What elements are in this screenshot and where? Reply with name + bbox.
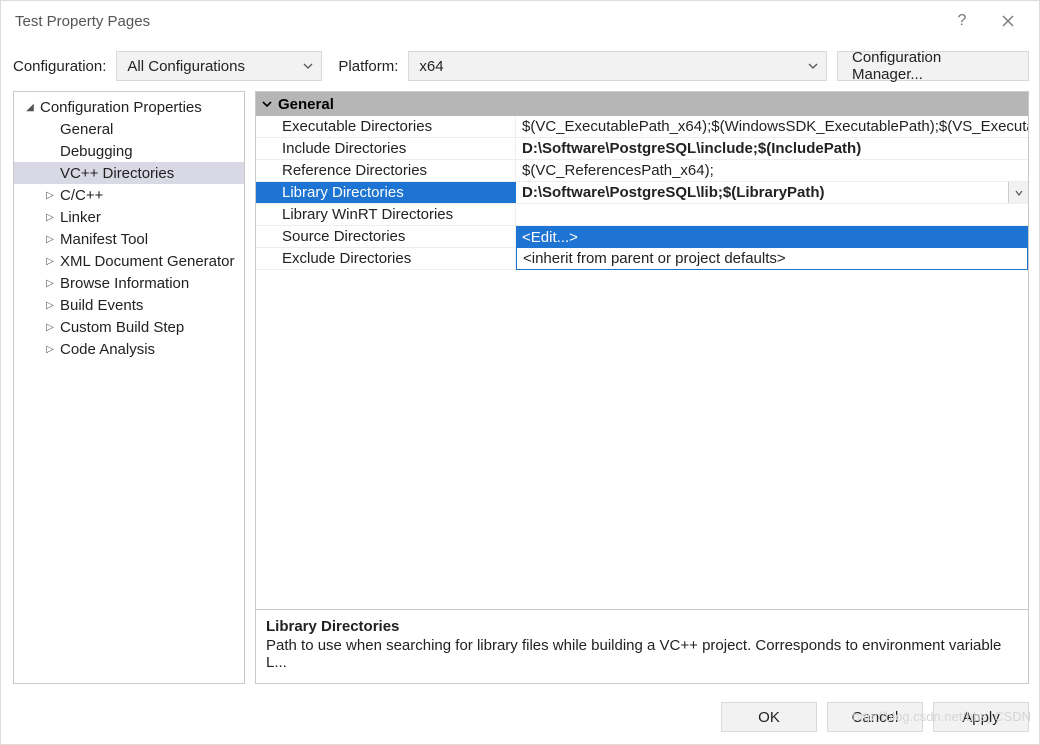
tree-item-code-analysis[interactable]: ▷ Code Analysis xyxy=(14,338,244,360)
expander-closed-icon: ▷ xyxy=(44,322,56,333)
property-name: Executable Directories xyxy=(256,116,516,137)
chevron-down-icon xyxy=(808,58,818,75)
property-name: Source Directories xyxy=(256,226,516,247)
grid-row[interactable]: Library DirectoriesD:\Software\PostgreSQ… xyxy=(256,182,1028,204)
tree-item-general[interactable]: General xyxy=(14,118,244,140)
configuration-value: All Configurations xyxy=(127,58,245,75)
grid-body: Executable Directories$(VC_ExecutablePat… xyxy=(256,116,1028,270)
tree-item-label: Code Analysis xyxy=(60,341,155,358)
grid-section-header[interactable]: General xyxy=(256,92,1028,116)
tree-item-label: Browse Information xyxy=(60,275,189,292)
config-row: Configuration: All Configurations Platfo… xyxy=(1,41,1039,91)
close-icon xyxy=(1002,15,1014,27)
grid-row[interactable]: Library WinRT Directories xyxy=(256,204,1028,226)
tree-item-build-events[interactable]: ▷ Build Events xyxy=(14,294,244,316)
apply-label: Apply xyxy=(962,709,1000,726)
expander-closed-icon: ▷ xyxy=(44,278,56,289)
property-name: Reference Directories xyxy=(256,160,516,181)
help-button[interactable]: ? xyxy=(939,5,985,37)
tree-item-label: Linker xyxy=(60,209,101,226)
ok-button[interactable]: OK xyxy=(721,702,817,732)
dropdown-option[interactable]: <Edit...> xyxy=(516,226,1028,248)
expander-closed-icon: ▷ xyxy=(44,344,56,355)
footer: OK Cancel Apply xyxy=(1,692,1039,744)
expander-open-icon: ◢ xyxy=(24,102,36,113)
tree-item-label: XML Document Generator xyxy=(60,253,235,270)
property-value[interactable]: D:\Software\PostgreSQL\lib;$(LibraryPath… xyxy=(516,182,1028,203)
tree-item-manifest-tool[interactable]: ▷ Manifest Tool xyxy=(14,228,244,250)
property-value[interactable]: $(VC_ReferencesPath_x64); xyxy=(516,160,1028,181)
expander-closed-icon: ▷ xyxy=(44,234,56,245)
titlebar: Test Property Pages ? xyxy=(1,1,1039,41)
cancel-button[interactable]: Cancel xyxy=(827,702,923,732)
dropdown-option[interactable]: <inherit from parent or project defaults… xyxy=(516,248,1028,270)
dropdown-popup: <Edit...><inherit from parent or project… xyxy=(516,226,1028,270)
tree-item-xml-document-generator[interactable]: ▷ XML Document Generator xyxy=(14,250,244,272)
property-grid-panel: General Executable Directories$(VC_Execu… xyxy=(255,91,1029,684)
expander-closed-icon: ▷ xyxy=(44,190,56,201)
description-title: Library Directories xyxy=(266,618,1018,635)
expander-closed-icon: ▷ xyxy=(44,300,56,311)
tree-root[interactable]: ◢ Configuration Properties xyxy=(14,96,244,118)
platform-combo[interactable]: x64 xyxy=(408,51,827,81)
configuration-combo[interactable]: All Configurations xyxy=(116,51,322,81)
chevron-down-icon xyxy=(256,99,278,109)
configuration-manager-button[interactable]: Configuration Manager... xyxy=(837,51,1029,81)
tree-item-label: C/C++ xyxy=(60,187,103,204)
apply-button[interactable]: Apply xyxy=(933,702,1029,732)
tree-item-c-c-[interactable]: ▷ C/C++ xyxy=(14,184,244,206)
expander-closed-icon: ▷ xyxy=(44,212,56,223)
tree-item-label: Custom Build Step xyxy=(60,319,184,336)
grid-row[interactable]: Reference Directories$(VC_ReferencesPath… xyxy=(256,160,1028,182)
property-value[interactable]: $(VC_ExecutablePath_x64);$(WindowsSDK_Ex… xyxy=(516,116,1028,137)
property-name: Library Directories xyxy=(256,182,516,203)
platform-label: Platform: xyxy=(338,58,398,75)
grid-fill xyxy=(256,270,1028,609)
chevron-down-icon xyxy=(1015,189,1023,197)
tree[interactable]: ◢ Configuration Properties General Debugg… xyxy=(13,91,245,684)
configuration-manager-label: Configuration Manager... xyxy=(852,49,1014,83)
dropdown-button[interactable] xyxy=(1008,182,1028,203)
main-area: ◢ Configuration Properties General Debugg… xyxy=(1,91,1039,692)
property-value[interactable] xyxy=(516,204,1028,225)
expander-closed-icon: ▷ xyxy=(44,256,56,267)
tree-root-label: Configuration Properties xyxy=(40,99,202,116)
property-name: Library WinRT Directories xyxy=(256,204,516,225)
tree-item-linker[interactable]: ▷ Linker xyxy=(14,206,244,228)
tree-item-vc-directories[interactable]: VC++ Directories xyxy=(14,162,244,184)
tree-item-label: Build Events xyxy=(60,297,143,314)
description-text: Path to use when searching for library f… xyxy=(266,637,1018,671)
tree-item-label: Manifest Tool xyxy=(60,231,148,248)
close-button[interactable] xyxy=(985,5,1031,37)
ok-label: OK xyxy=(758,709,780,726)
property-name: Include Directories xyxy=(256,138,516,159)
cancel-label: Cancel xyxy=(852,709,899,726)
tree-item-label: VC++ Directories xyxy=(60,165,174,182)
grid-section-title: General xyxy=(278,96,334,113)
tree-item-custom-build-step[interactable]: ▷ Custom Build Step xyxy=(14,316,244,338)
dialog-window: Test Property Pages ? Configuration: All… xyxy=(0,0,1040,745)
window-title: Test Property Pages xyxy=(15,13,150,30)
platform-value: x64 xyxy=(419,58,443,75)
chevron-down-icon xyxy=(303,58,313,75)
tree-item-label: Debugging xyxy=(60,143,133,160)
grid-row[interactable]: Include DirectoriesD:\Software\PostgreSQ… xyxy=(256,138,1028,160)
tree-item-debugging[interactable]: Debugging xyxy=(14,140,244,162)
property-value[interactable]: D:\Software\PostgreSQL\include;$(Include… xyxy=(516,138,1028,159)
description-pane: Library Directories Path to use when sea… xyxy=(256,609,1028,683)
tree-item-browse-information[interactable]: ▷ Browse Information xyxy=(14,272,244,294)
grid-row[interactable]: Executable Directories$(VC_ExecutablePat… xyxy=(256,116,1028,138)
configuration-label: Configuration: xyxy=(13,58,106,75)
property-grid: General Executable Directories$(VC_Execu… xyxy=(256,92,1028,609)
property-name: Exclude Directories xyxy=(256,248,516,269)
tree-item-label: General xyxy=(60,121,113,138)
